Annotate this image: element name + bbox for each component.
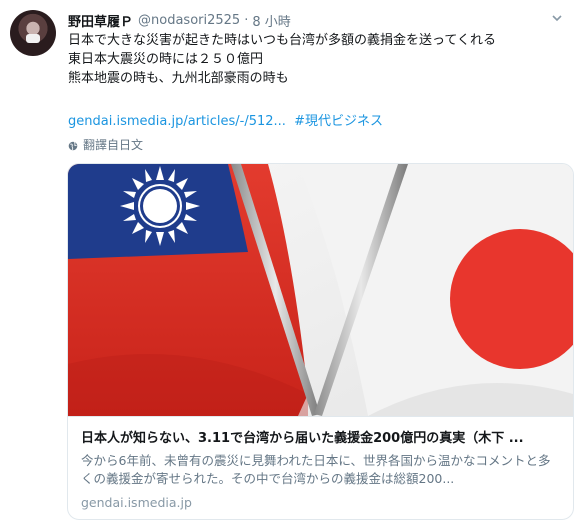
link-preview-card[interactable]: 日本人が知らない、3.11で台湾から届いた義援金200億円の真実（木下 ... … — [67, 163, 574, 520]
translate-label: 翻譯自日文 — [83, 138, 144, 152]
user-handle[interactable]: @nodasori2525 — [138, 13, 240, 28]
card-body[interactable]: 日本人が知らない、3.11で台湾から届いた義援金200億円の真実（木下 ... … — [68, 416, 573, 519]
tweet-line: 日本で大きな災害が起きた時はいつも台湾が多額の義捐金を送ってくれる — [68, 33, 496, 48]
card-image[interactable] — [68, 164, 573, 416]
display-name[interactable]: 野田草履Ｐ — [68, 11, 133, 30]
separator-dot: · — [244, 12, 249, 28]
hashtag-link[interactable]: #現代ビジネス — [294, 114, 383, 129]
card-description: 今から6年前、未曾有の震災に見舞われた日本に、世界各国から温かなコメントと多くの… — [81, 453, 551, 486]
tweet-header: 野田草履Ｐ @nodasori2525 · 8 小時 — [68, 11, 291, 30]
tweet-text: 日本で大きな災害が起きた時はいつも台湾が多額の義捐金を送ってくれる 東日本大震災… — [68, 31, 568, 88]
card-title[interactable]: 日本人が知らない、3.11で台湾から届いた義援金200億円の真実（木下 ... — [81, 430, 560, 448]
card-domain: gendai.ismedia.jp — [81, 495, 192, 510]
chevron-down-icon[interactable] — [550, 12, 564, 26]
avatar[interactable] — [10, 10, 56, 56]
globe-icon — [68, 140, 78, 150]
tweet-line: 東日本大震災の時には２５０億円 — [68, 52, 264, 67]
article-link[interactable]: gendai.ismedia.jp/articles/-/512... — [68, 114, 286, 129]
tweet-line: 熊本地震の時も、九州北部豪雨の時も — [68, 71, 289, 86]
tweet-links: gendai.ismedia.jp/articles/-/512... #現代ビ… — [68, 110, 383, 129]
tweet-timestamp[interactable]: 8 小時 — [252, 11, 290, 30]
translate-button[interactable]: 翻譯自日文 — [68, 136, 143, 153]
